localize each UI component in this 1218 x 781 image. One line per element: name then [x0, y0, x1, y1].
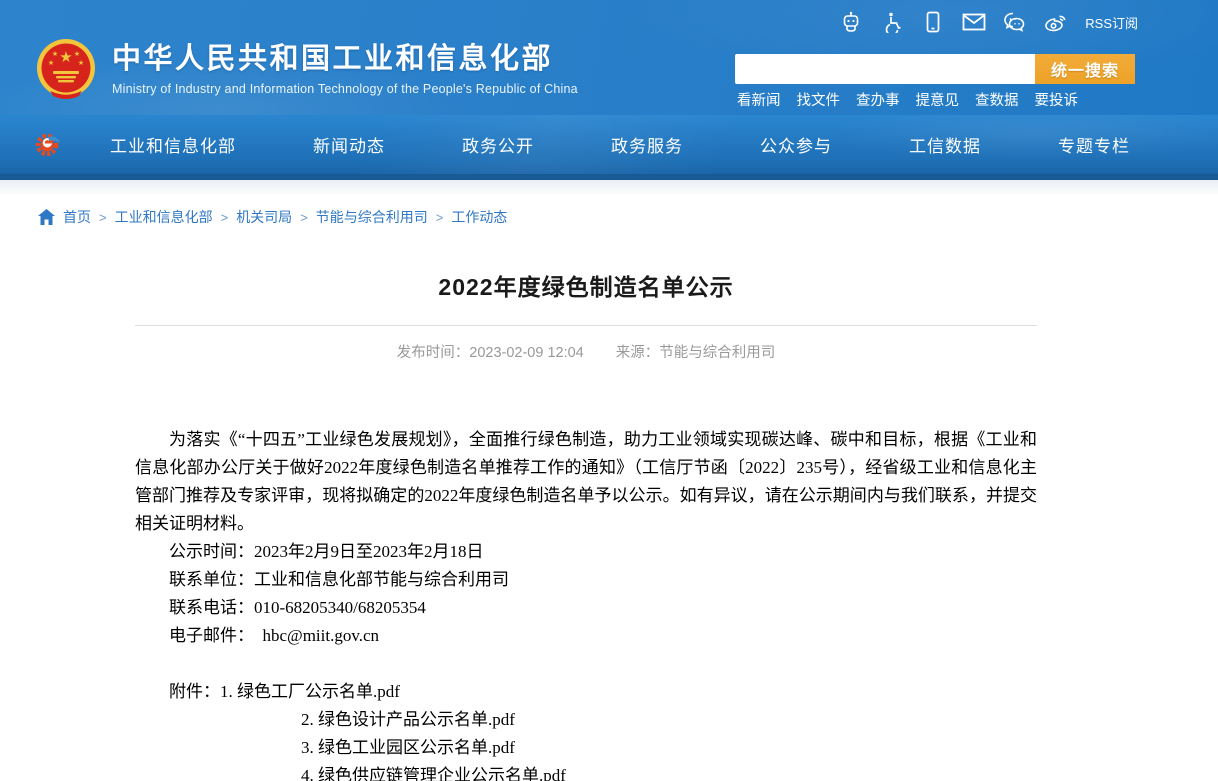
contact-phone-line: 联系电话：010-68205340/68205354: [135, 594, 1037, 622]
unified-search-button[interactable]: 统一搜索: [1035, 54, 1135, 84]
search-input[interactable]: [735, 54, 1035, 84]
attachments-line-4: 4. 绿色供应链管理企业公示名单.pdf: [135, 762, 1037, 781]
quick-link-feedback[interactable]: 提意见: [916, 89, 960, 110]
nav-item-miit[interactable]: 工业和信息化部: [110, 132, 236, 157]
article-body: 为落实《“十四五”工业绿色发展规划》，全面推行绿色制造，助力工业领域实现碳达峰、…: [135, 426, 1037, 781]
quick-link-services[interactable]: 查办事: [856, 89, 900, 110]
home-icon[interactable]: [38, 209, 55, 225]
search-area: 统一搜索: [735, 54, 1135, 84]
nav-item-public-participation[interactable]: 公众参与: [760, 132, 832, 157]
article-title: 2022年度绿色制造名单公示: [135, 271, 1037, 303]
quick-link-complaint[interactable]: 要投诉: [1035, 89, 1079, 110]
header-content-divider-band: [0, 180, 1218, 194]
attachments-line-2: 2. 绿色设计产品公示名单.pdf: [135, 706, 1037, 734]
mobile-version-icon[interactable]: [921, 10, 945, 34]
svg-text:★: ★: [59, 49, 72, 66]
breadcrumb-separator: >: [300, 210, 308, 225]
svg-text:★: ★: [74, 50, 80, 58]
svg-text:★: ★: [78, 59, 84, 67]
mail-icon[interactable]: [962, 10, 986, 34]
nav-item-gov-services[interactable]: 政务服务: [611, 132, 683, 157]
blank-line: [135, 650, 1037, 678]
breadcrumb-departments[interactable]: 机关司局: [236, 207, 292, 227]
quick-links-row: 看新闻 找文件 查办事 提意见 查数据 要投诉: [737, 89, 1078, 110]
breadcrumb: 首页 > 工业和信息化部 > 机关司局 > 节能与综合利用司 > 工作动态: [38, 207, 1218, 227]
contact-email-line: 电子邮件： hbc@miit.gov.cn: [135, 622, 1037, 650]
breadcrumb-separator: >: [221, 210, 229, 225]
attachment-green-industrial-park-pdf[interactable]: 3. 绿色工业园区公示名单.pdf: [301, 738, 515, 757]
attachments-label: 附件：: [169, 682, 220, 701]
ai-assistant-robot-icon[interactable]: [839, 10, 863, 34]
contact-unit-line: 联系单位：工业和信息化部节能与综合利用司: [135, 566, 1037, 594]
breadcrumb-energy-conservation-dept[interactable]: 节能与综合利用司: [316, 207, 428, 227]
nav-item-special-topics[interactable]: 专题专栏: [1058, 132, 1130, 157]
attachment-green-factory-pdf[interactable]: 1. 绿色工厂公示名单.pdf: [220, 682, 400, 701]
breadcrumb-separator: >: [99, 210, 107, 225]
miit-gear-logo-icon: [34, 131, 62, 159]
nav-item-news[interactable]: 新闻动态: [313, 132, 385, 157]
breadcrumb-work-updates[interactable]: 工作动态: [451, 207, 507, 227]
brand-text: 中华人民共和国工业和信息化部 Ministry of Industry and …: [112, 44, 578, 97]
utility-icon-row: RSS订阅: [839, 8, 1138, 36]
article-paragraph: 为落实《“十四五”工业绿色发展规划》，全面推行绿色制造，助力工业领域实现碳达峰、…: [135, 426, 1037, 538]
attachment-green-supply-chain-pdf[interactable]: 4. 绿色供应链管理企业公示名单.pdf: [301, 766, 566, 781]
wechat-icon[interactable]: [1003, 10, 1027, 34]
site-brand: ★ ★ ★ ★ ★ 中华人民共和国工业和信息化部 Ministry of Ind…: [36, 38, 578, 102]
breadcrumb-separator: >: [436, 210, 444, 225]
quick-link-data[interactable]: 查数据: [975, 89, 1019, 110]
quick-link-news[interactable]: 看新闻: [737, 89, 781, 110]
weibo-icon[interactable]: [1044, 10, 1068, 34]
attachments-line-3: 3. 绿色工业园区公示名单.pdf: [135, 734, 1037, 762]
attachments-line-1: 附件：1. 绿色工厂公示名单.pdf: [135, 678, 1037, 706]
breadcrumb-miit[interactable]: 工业和信息化部: [115, 207, 213, 227]
svg-text:★: ★: [48, 59, 54, 67]
attachment-green-design-product-pdf[interactable]: 2. 绿色设计产品公示名单.pdf: [301, 710, 515, 729]
site-subtitle-en: Ministry of Industry and Information Tec…: [112, 82, 578, 96]
nav-item-gov-disclosure[interactable]: 政务公开: [462, 132, 534, 157]
publicity-period-line: 公示时间：2023年2月9日至2023年2月18日: [135, 538, 1037, 566]
article: 2022年度绿色制造名单公示 发布时间：2023-02-09 12:04 来源：…: [135, 271, 1037, 781]
national-emblem-logo: ★ ★ ★ ★ ★: [36, 38, 96, 102]
site-title: 中华人民共和国工业和信息化部: [112, 44, 578, 76]
site-header: RSS订阅 ★ ★ ★ ★ ★ 中华人民共和国工业和信息化部 Ministry …: [0, 0, 1218, 115]
nav-items: 工业和信息化部 新闻动态 政务公开 政务服务 公众参与 工信数据 专题专栏: [62, 132, 1130, 157]
breadcrumb-home[interactable]: 首页: [63, 207, 91, 227]
svg-text:★: ★: [52, 50, 58, 58]
nav-item-industry-data[interactable]: 工信数据: [909, 132, 981, 157]
accessibility-wheelchair-icon[interactable]: [880, 10, 904, 34]
article-meta: 发布时间：2023-02-09 12:04 来源：节能与综合利用司: [135, 343, 1037, 363]
article-source: 来源：节能与综合利用司: [616, 343, 776, 363]
title-divider: [135, 325, 1037, 326]
main-nav: 工业和信息化部 新闻动态 政务公开 政务服务 公众参与 工信数据 专题专栏: [0, 115, 1218, 180]
quick-link-documents[interactable]: 找文件: [797, 89, 841, 110]
rss-subscribe-link[interactable]: RSS订阅: [1085, 13, 1138, 32]
publish-time: 发布时间：2023-02-09 12:04: [397, 343, 584, 363]
